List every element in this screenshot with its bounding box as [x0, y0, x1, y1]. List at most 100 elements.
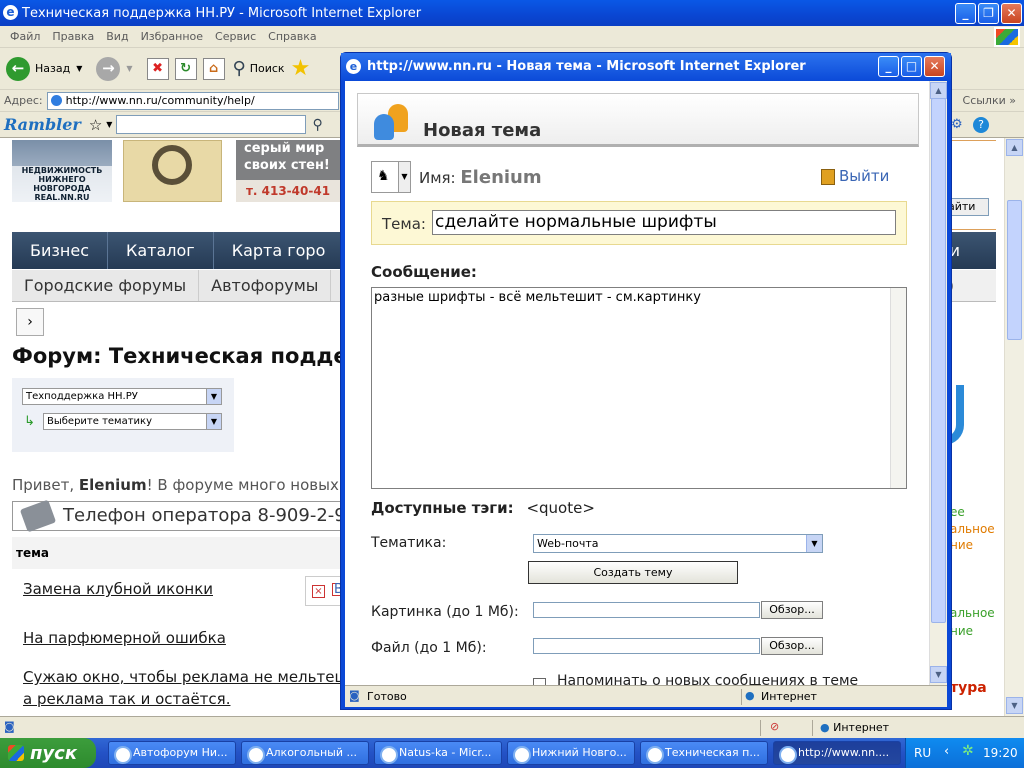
start-button[interactable]: пуск: [0, 738, 96, 768]
file-label: Файл (до 1 Мб):: [371, 640, 487, 656]
back-button[interactable]: ← Назад ▼: [6, 56, 83, 81]
menu-help[interactable]: Справка: [262, 30, 322, 43]
ie-icon: e: [346, 59, 361, 74]
forum-select[interactable]: Техподдержка НН.РУ ▼: [22, 388, 222, 405]
search-label: Поиск: [249, 62, 285, 75]
help-icon[interactable]: ?: [973, 117, 989, 133]
rambler-logo[interactable]: Rambler: [4, 115, 81, 134]
language-indicator[interactable]: RU: [914, 746, 931, 760]
picture-browse-button[interactable]: Обзор...: [761, 601, 823, 619]
popup-minimize-button[interactable]: _: [878, 56, 899, 77]
picture-file-input[interactable]: [533, 602, 760, 618]
realty-banner[interactable]: НЕДВИЖИМОСТЬ НИЖНЕГО НОВГОРОДА REAL.NN.R…: [12, 140, 112, 202]
rambler-search-input[interactable]: [116, 115, 307, 134]
topic-link[interactable]: Замена клубной иконки: [23, 580, 213, 598]
search-icon: ⚲: [232, 58, 246, 79]
message-label: Сообщение:: [371, 263, 477, 281]
minimize-button[interactable]: _: [955, 3, 976, 24]
windows-flag-icon: [8, 745, 24, 761]
right-text: ние: [950, 538, 974, 552]
menu-favorites[interactable]: Избранное: [135, 30, 209, 43]
phone-icon: [19, 499, 57, 533]
topic-input[interactable]: сделайте нормальные шрифты: [432, 210, 896, 235]
topic-link[interactable]: Сужаю окно, чтобы реклама не мельтешила: [23, 668, 377, 686]
refresh-button[interactable]: ↻: [174, 57, 197, 80]
popup-status-text: Готово: [367, 690, 407, 703]
popup-titlebar[interactable]: e http://www.nn.ru - Новая тема - Micros…: [341, 53, 951, 81]
right-text: тура: [950, 680, 987, 696]
nav-business[interactable]: Бизнес: [12, 232, 108, 269]
nav-city-map[interactable]: Карта горо: [214, 232, 345, 269]
user-icon-select[interactable]: ♞ ▼: [371, 161, 411, 193]
forward-button[interactable]: → ▼: [96, 56, 133, 81]
theme-filter-select[interactable]: Выберите тематику ▼: [43, 413, 222, 430]
textarea-scrollbar[interactable]: [890, 288, 906, 488]
taskbar-item-active[interactable]: http://www.nn....: [773, 741, 901, 765]
main-window-title: Техническая поддержка НН.РУ - Microsoft …: [22, 5, 422, 21]
scroll-down-icon[interactable]: ▼: [1006, 697, 1023, 714]
favorites-button[interactable]: ★: [291, 56, 311, 81]
scroll-up-icon[interactable]: ▲: [930, 82, 947, 99]
user-name: Elenium: [460, 167, 542, 188]
tools-icon[interactable]: ⚙: [951, 117, 963, 132]
star-outline-icon[interactable]: ☆: [89, 116, 102, 134]
popup-close-button[interactable]: ✕: [924, 56, 945, 77]
subnav-city-forums[interactable]: Городские форумы: [12, 270, 200, 301]
taskbar-item[interactable]: Natus-ka - Micr...: [374, 741, 502, 765]
new-topic-header: Новая тема: [357, 93, 919, 147]
forum-select-box: Техподдержка НН.РУ ▼ ↳ Выберите тематику ▼: [12, 378, 234, 452]
menu-view[interactable]: Вид: [100, 30, 134, 43]
expand-arrow-button[interactable]: ›: [16, 308, 44, 336]
thematic-select[interactable]: Web-почта ▼: [533, 534, 823, 553]
menu-tools[interactable]: Сервис: [209, 30, 262, 43]
scroll-up-icon[interactable]: ▲: [1006, 139, 1023, 156]
taskbar-item[interactable]: Автофорум Ни...: [108, 741, 236, 765]
taskbar-item[interactable]: Нижний Новго...: [507, 741, 635, 765]
topic-link-continued[interactable]: а реклама так и остаётся.: [23, 690, 230, 708]
popup-maximize-button[interactable]: □: [901, 56, 922, 77]
back-arrow-icon: ←: [6, 56, 30, 81]
scroll-down-icon[interactable]: ▼: [930, 666, 947, 683]
gray-world-banner[interactable]: серый мир своих стен! т. 413-40-41: [236, 140, 340, 202]
menu-edit[interactable]: Правка: [46, 30, 100, 43]
address-input[interactable]: http://www.nn.ru/community/help/: [46, 91, 339, 110]
home-button[interactable]: ⌂: [202, 57, 225, 80]
file-browse-button[interactable]: Обзор...: [761, 637, 823, 655]
chevron-left-icon[interactable]: ‹: [944, 744, 949, 759]
realty-banner-text: НЕДВИЖИМОСТЬ НИЖНЕГО НОВГОРОДА REAL.NN.R…: [12, 166, 112, 202]
create-topic-button[interactable]: Создать тему: [528, 561, 738, 584]
clock: 19:20: [983, 746, 1018, 760]
thematic-label: Тематика:: [371, 535, 447, 551]
operator-phone-box: Телефон оператора 8-909-2-911: [12, 499, 369, 533]
nav-catalog[interactable]: Каталог: [108, 232, 214, 269]
popup-blocked-icon[interactable]: ⊘: [770, 720, 779, 733]
message-textarea[interactable]: разные шрифты - всё мельтешит - см.карти…: [371, 287, 907, 489]
chevron-down-icon[interactable]: ▼: [106, 120, 112, 129]
banner-line-2: своих стен!: [244, 158, 330, 173]
globe-icon: ●: [745, 689, 755, 702]
logo-banner[interactable]: [123, 140, 222, 202]
login-button[interactable]: айти: [947, 198, 989, 216]
remind-checkbox[interactable]: Напоминать о новых сообщениях в теме: [532, 673, 858, 685]
popup-scroll-thumb[interactable]: [931, 98, 946, 623]
main-window-titlebar[interactable]: e Техническая поддержка НН.РУ - Microsof…: [0, 0, 1024, 26]
file-input[interactable]: [533, 638, 760, 654]
user-name-label: Имя: Elenium: [419, 167, 542, 188]
tray-app-icon[interactable]: ✲: [962, 743, 974, 759]
chevron-down-icon: ▼: [76, 64, 83, 73]
ie-icon: e: [3, 5, 18, 20]
subnav-auto-forums[interactable]: Автофорумы: [199, 270, 332, 301]
restore-button[interactable]: ❐: [978, 3, 999, 24]
right-text: ее: [950, 505, 965, 519]
search-icon[interactable]: ⚲: [312, 117, 322, 133]
links-label[interactable]: Ссылки »: [963, 94, 1016, 107]
page-scroll-thumb[interactable]: [1007, 200, 1022, 340]
taskbar-item[interactable]: Техническая п...: [640, 741, 768, 765]
topic-link[interactable]: На парфюмерной ошибка: [23, 629, 226, 647]
stop-button[interactable]: ✖: [146, 57, 169, 80]
logout-link[interactable]: Выйти: [820, 167, 889, 185]
search-button[interactable]: ⚲ Поиск: [233, 58, 285, 79]
taskbar-item[interactable]: Алкогольный ...: [241, 741, 369, 765]
close-button[interactable]: ✕: [1001, 3, 1022, 24]
menu-file[interactable]: Файл: [4, 30, 46, 43]
